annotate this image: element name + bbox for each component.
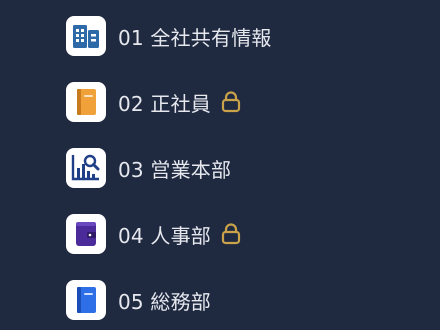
lock-icon <box>221 91 241 113</box>
purple-wallet-icon <box>66 214 106 254</box>
nav-item-sales-division[interactable]: 03 営業本部 <box>66 148 231 188</box>
nav-item-hr-department[interactable]: 04 人事部 <box>66 214 241 254</box>
nav-item-label: 03 営業本部 <box>118 157 232 182</box>
nav-item-label: 01 全社共有情報 <box>118 25 272 50</box>
orange-notebook-icon <box>66 82 106 122</box>
nav-item-label: 04 人事部 <box>118 223 212 248</box>
nav-item-all-company-shared[interactable]: 01 全社共有情報 <box>66 16 272 56</box>
nav-item-regular-employees[interactable]: 02 正社員 <box>66 82 241 122</box>
nav-item-label: 05 総務部 <box>118 289 212 314</box>
lock-icon <box>221 223 241 245</box>
nav-item-label: 02 正社員 <box>118 91 212 116</box>
building-icon <box>66 16 106 56</box>
blue-notebook-icon <box>66 280 106 320</box>
nav-item-general-affairs[interactable]: 05 総務部 <box>66 280 211 320</box>
sidebar-nav: 01 全社共有情報 02 正社員 03 営業本部 04 人事部 05 総務部 <box>0 0 440 330</box>
chart-search-icon <box>66 148 106 188</box>
